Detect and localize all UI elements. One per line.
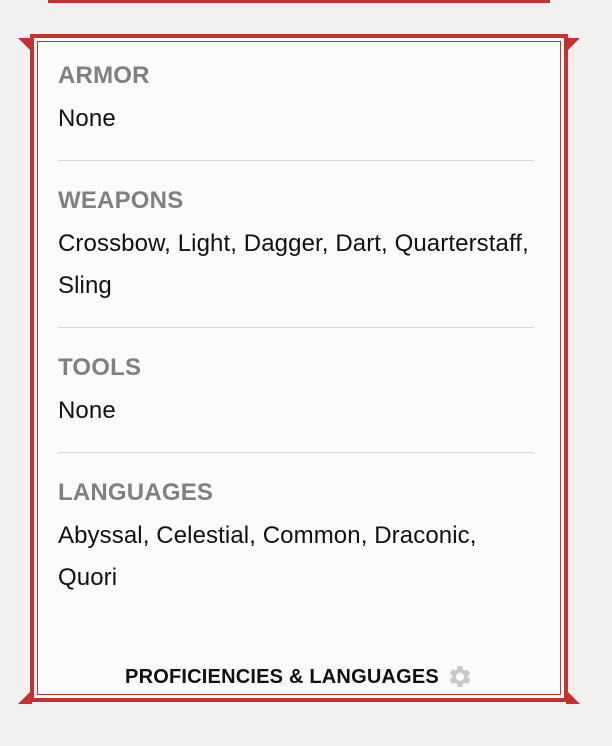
- languages-heading: LANGUAGES: [58, 479, 214, 506]
- tools-section: TOOLS None: [58, 352, 534, 453]
- armor-section: ARMOR None: [58, 60, 534, 161]
- frame-corner-top-right: [566, 38, 580, 52]
- tools-value: None: [58, 397, 116, 424]
- weapons-heading: WEAPONS: [58, 187, 184, 214]
- tools-heading: TOOLS: [58, 354, 142, 381]
- armor-value: None: [58, 105, 116, 132]
- gear-icon[interactable]: [447, 664, 473, 690]
- languages-section: LANGUAGES Abyssal, Celestial, Common, Dr…: [58, 477, 534, 619]
- proficiencies-languages-title: PROFICIENCIES & LANGUAGES: [125, 665, 439, 688]
- weapons-value: Crossbow, Light, Dagger, Dart, Quarterst…: [58, 230, 529, 299]
- armor-heading: ARMOR: [58, 62, 150, 89]
- languages-value: Abyssal, Celestial, Common, Draconic, Qu…: [58, 522, 477, 591]
- previous-panel-border: [48, 0, 550, 3]
- weapons-section: WEAPONS Crossbow, Light, Dagger, Dart, Q…: [58, 185, 534, 328]
- frame-corner-bottom-right: [566, 690, 580, 704]
- proficiencies-content: ARMOR None WEAPONS Crossbow, Light, Dagg…: [58, 60, 534, 619]
- panel-footer: PROFICIENCIES & LANGUAGES: [30, 660, 568, 694]
